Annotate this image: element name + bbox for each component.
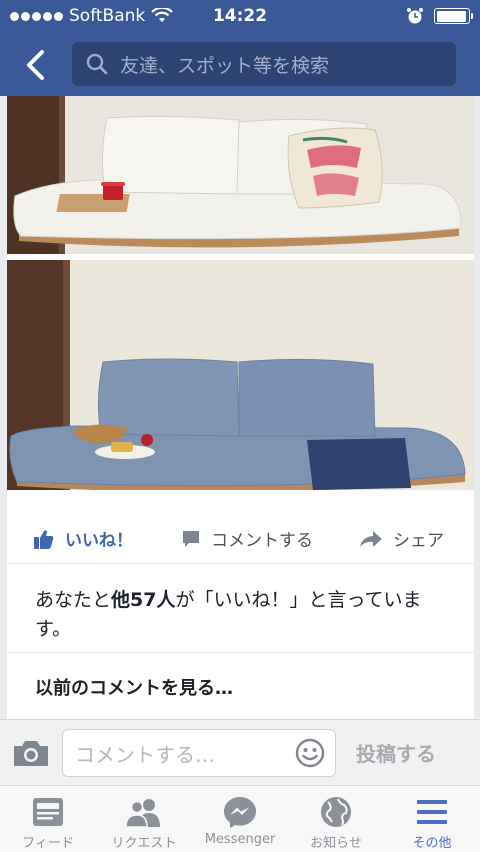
tab-messenger[interactable]: Messenger [192, 786, 288, 852]
likes-prefix: あなたと [35, 589, 112, 611]
post-card: いいね！ コメントする シェア あなたと他57人が「いいね！」と言っています。 … [7, 96, 474, 719]
tab-label: フィード [22, 836, 74, 851]
comment-placeholder: コメントする… [75, 742, 215, 767]
search-icon [86, 53, 108, 75]
navigation-bar: 友達、スポット等を検索 [0, 34, 480, 96]
status-bar: SoftBank 14:22 [0, 0, 480, 34]
camera-icon[interactable] [12, 738, 50, 768]
post-photo-blue-sofa[interactable] [7, 260, 474, 490]
post-photo-white-sofa[interactable] [7, 96, 474, 254]
search-placeholder: 友達、スポット等を検索 [120, 54, 330, 77]
thumbs-up-icon [34, 529, 54, 549]
like-label: いいね！ [65, 531, 133, 551]
view-previous-comments-link[interactable]: 以前のコメントを見る… [35, 674, 233, 700]
like-button[interactable]: いいね！ [33, 526, 133, 551]
share-label: シェア [393, 531, 444, 551]
likes-summary[interactable]: あなたと他57人が「いいね！」と言っています。 [35, 586, 455, 644]
tab-label: その他 [412, 836, 452, 851]
emoji-smiley-icon[interactable] [295, 738, 325, 768]
comment-label: コメントする [211, 531, 313, 551]
likes-count[interactable]: 他57人 [111, 589, 175, 611]
comment-button[interactable]: コメントする [181, 526, 313, 551]
comment-bubble-icon [183, 530, 199, 547]
comment-composer: コメントする… 投稿する [0, 719, 480, 785]
tab-notifications[interactable]: お知らせ [288, 786, 384, 852]
friend-requests-icon [125, 799, 160, 827]
search-field[interactable]: 友達、スポット等を検索 [72, 42, 456, 86]
comment-input[interactable]: コメントする… [62, 729, 336, 777]
messenger-icon [224, 797, 256, 828]
alarm-icon [407, 8, 423, 24]
post-content: いいね！ コメントする シェア あなたと他57人が「いいね！」と言っています。 … [0, 96, 480, 719]
battery-icon [434, 8, 473, 24]
share-arrow-icon [360, 530, 382, 547]
tab-feed[interactable]: フィード [0, 786, 96, 852]
menu-icon [417, 800, 447, 824]
tab-requests[interactable]: リクエスト [96, 786, 192, 852]
bottom-tab-bar: フィード リクエスト Messenger お知らせ その他 [0, 785, 480, 852]
tab-label: Messenger [204, 832, 276, 847]
post-actions-bar: いいね！ コメントする シェア [7, 514, 474, 564]
tab-more[interactable]: その他 [384, 786, 480, 852]
tab-label: リクエスト [111, 836, 177, 851]
tab-label: お知らせ [310, 836, 362, 851]
feed-icon [33, 798, 63, 826]
share-button[interactable]: シェア [359, 526, 444, 551]
back-chevron-icon[interactable] [18, 47, 54, 83]
globe-icon [321, 797, 351, 827]
post-comment-button[interactable]: 投稿する [356, 738, 436, 767]
divider [7, 652, 474, 653]
